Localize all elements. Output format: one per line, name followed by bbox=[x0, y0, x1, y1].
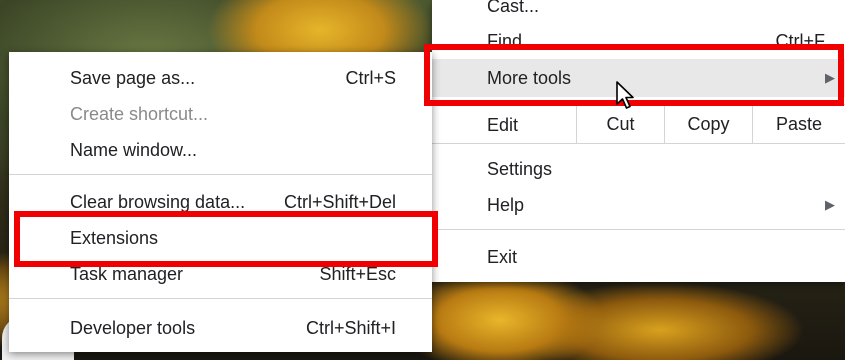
menu-item-label: Task manager bbox=[70, 263, 184, 284]
menu-item-create-shortcut: Create shortcut... bbox=[9, 96, 432, 132]
menu-separator bbox=[9, 298, 432, 299]
menu-item-label: Save page as... bbox=[70, 67, 196, 88]
copy-button[interactable]: Copy bbox=[664, 105, 752, 143]
cut-label: Cut bbox=[606, 113, 635, 134]
menu-item-label: Settings bbox=[487, 158, 553, 179]
menu-item-label: Create shortcut... bbox=[70, 103, 209, 124]
menu-item-save-page[interactable]: Save page as... Ctrl+S bbox=[9, 60, 432, 96]
menu-item-extensions[interactable]: Extensions bbox=[9, 220, 432, 256]
menu-separator bbox=[9, 174, 432, 175]
menu-separator bbox=[432, 143, 845, 144]
menu-item-task-manager[interactable]: Task manager Shift+Esc bbox=[9, 256, 432, 292]
copy-label: Copy bbox=[687, 113, 730, 134]
menu-item-shortcut: Ctrl+S bbox=[345, 67, 396, 88]
menu-item-label: Cast... bbox=[487, 0, 540, 16]
menu-item-label: Help bbox=[487, 194, 525, 215]
menu-item-shortcut: Shift+Esc bbox=[319, 263, 396, 284]
menu-item-label: More tools bbox=[487, 67, 572, 88]
chrome-main-menu: Cast... Find Ctrl+F More tools ▶ Edit Cu… bbox=[432, 0, 845, 282]
menu-item-cast[interactable]: Cast... bbox=[432, 0, 845, 24]
paste-button[interactable]: Paste bbox=[752, 105, 845, 143]
menu-item-settings[interactable]: Settings bbox=[432, 151, 845, 187]
menu-item-shortcut: Ctrl+F bbox=[775, 30, 826, 51]
menu-separator bbox=[432, 229, 845, 230]
menu-item-label: Clear browsing data... bbox=[70, 191, 246, 212]
chevron-right-icon: ▶ bbox=[825, 70, 835, 85]
menu-item-label: Exit bbox=[487, 246, 518, 267]
menu-item-label: Developer tools bbox=[70, 317, 196, 338]
mouse-cursor-icon bbox=[616, 81, 634, 109]
menu-item-name-window[interactable]: Name window... bbox=[9, 132, 432, 168]
menu-item-shortcut: Ctrl+Shift+Del bbox=[283, 191, 396, 212]
menu-item-exit[interactable]: Exit bbox=[432, 239, 845, 275]
cut-button[interactable]: Cut bbox=[576, 105, 664, 143]
menu-item-more-tools[interactable]: More tools ▶ bbox=[432, 59, 845, 97]
menu-item-shortcut: Ctrl+Shift+I bbox=[305, 317, 396, 338]
menu-item-label: Find bbox=[487, 30, 523, 51]
menu-item-clear-browsing-data[interactable]: Clear browsing data... Ctrl+Shift+Del bbox=[9, 184, 432, 220]
more-tools-submenu: Save page as... Ctrl+S Create shortcut..… bbox=[9, 52, 432, 352]
menu-item-find[interactable]: Find Ctrl+F bbox=[432, 23, 845, 59]
chevron-right-icon: ▶ bbox=[825, 197, 835, 212]
paste-label: Paste bbox=[775, 113, 823, 134]
menu-item-developer-tools[interactable]: Developer tools Ctrl+Shift+I bbox=[9, 310, 432, 346]
menu-item-help[interactable]: Help ▶ bbox=[432, 187, 845, 223]
menu-item-label: Extensions bbox=[70, 227, 159, 248]
menu-item-label: Name window... bbox=[70, 139, 198, 160]
